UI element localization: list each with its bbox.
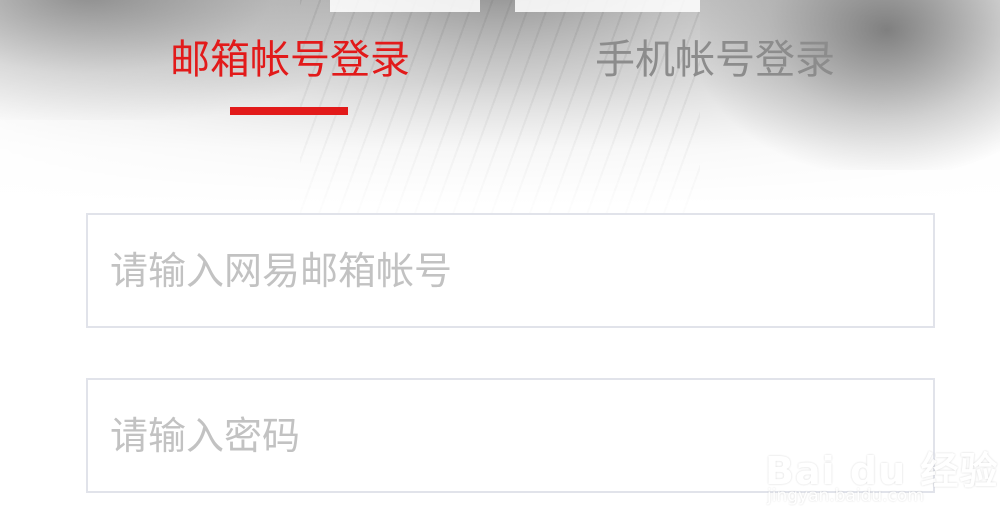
account-field xyxy=(86,213,935,328)
header-logo-fragment xyxy=(330,0,480,12)
tab-phone-login[interactable]: 手机帐号登录 xyxy=(575,30,855,90)
baidu-jingyan-watermark: Bai du 经验 jingyan.baidu.com xyxy=(765,418,997,513)
email-account-input[interactable] xyxy=(88,215,933,326)
tab-email-login[interactable]: 邮箱帐号登录 xyxy=(150,30,430,90)
header-logo-fragment xyxy=(515,0,700,12)
watermark-url: jingyan.baidu.com xyxy=(767,486,924,506)
active-tab-indicator xyxy=(230,107,348,115)
login-tabs: 邮箱帐号登录 手机帐号登录 xyxy=(0,30,1000,120)
